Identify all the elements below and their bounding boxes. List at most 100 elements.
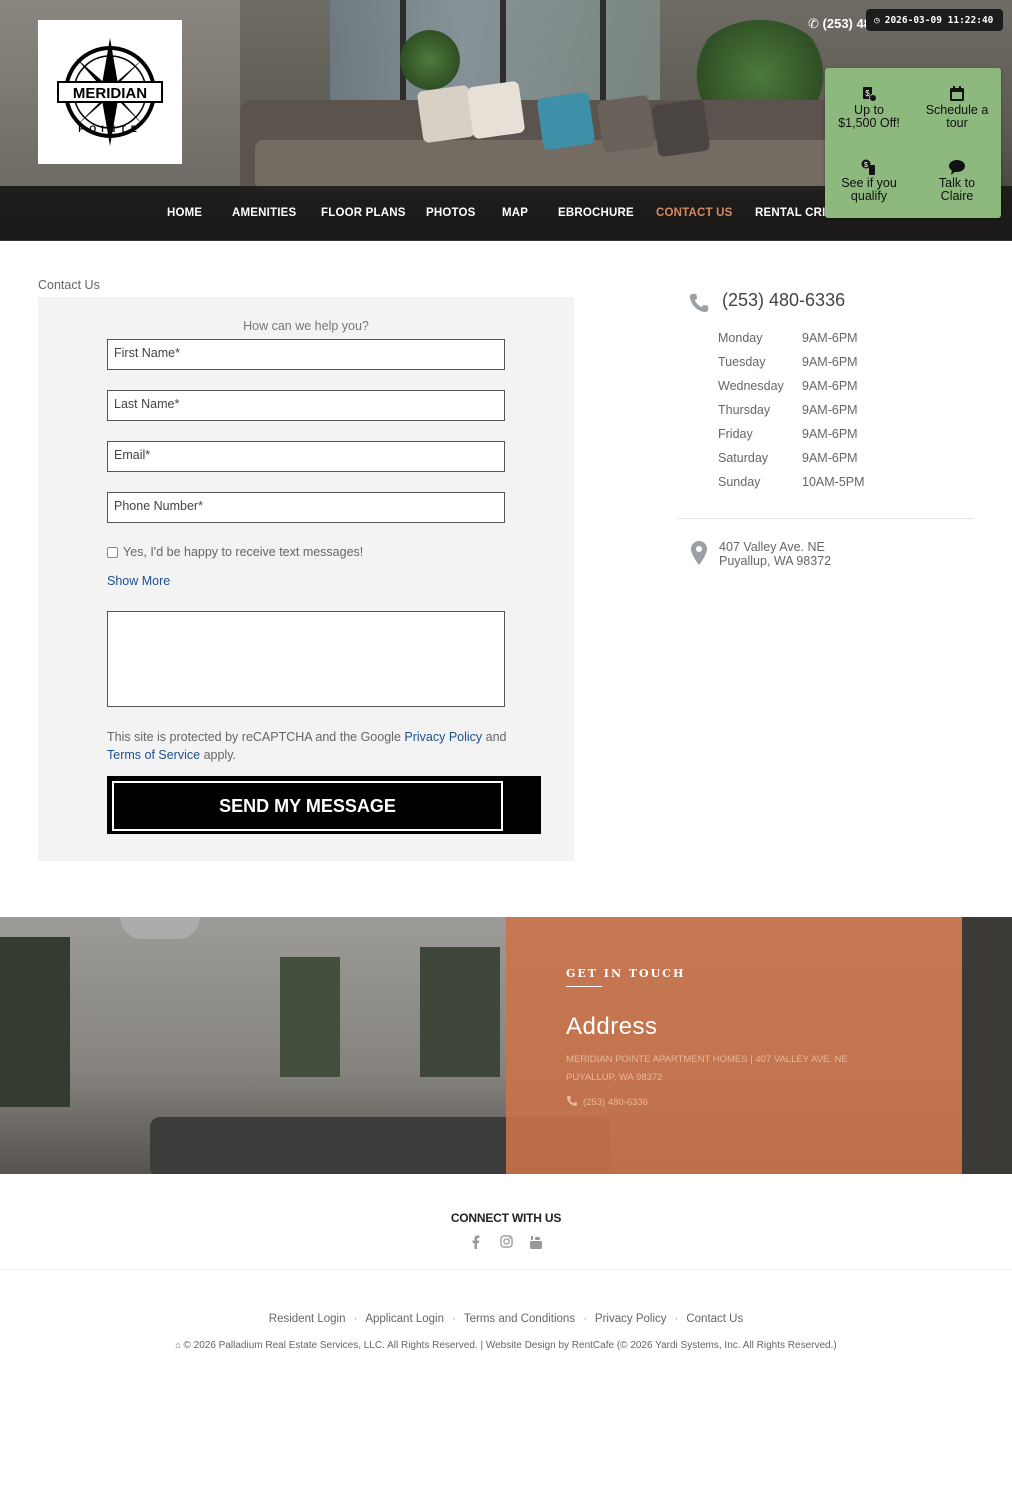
hours-time: 9AM-6PM [802, 427, 858, 441]
calendar-icon [950, 85, 964, 101]
promo-schedule-tour[interactable]: Schedule a tour [913, 70, 1001, 145]
promo-talk[interactable]: Talk to Claire [913, 143, 1001, 218]
promo-qualify[interactable]: $ See if you qualify [825, 143, 913, 218]
divider [678, 518, 974, 519]
hours-row: Sunday 10AM-5PM [718, 475, 865, 489]
promo-talk-label: Talk to Claire [938, 175, 976, 203]
hours-day: Friday [718, 427, 753, 441]
get-in-touch-eyebrow: GET IN TOUCH [566, 967, 686, 980]
breadcrumb: Contact Us [38, 278, 100, 292]
nav-contact-us[interactable]: CONTACT US [656, 207, 733, 219]
pillow [536, 91, 596, 151]
address-card: GET IN TOUCH Address MERIDIAN POINTE APA… [506, 917, 962, 1174]
phone-icon: ✆ [808, 16, 819, 31]
recaptcha-notice: This site is protected by reCAPTCHA and … [107, 728, 517, 764]
hours-row: Saturday 9AM-6PM [718, 451, 858, 465]
applicant-login-link[interactable]: Applicant Login [365, 1313, 444, 1325]
youtube-icon[interactable] [529, 1235, 543, 1249]
svg-text:$: $ [864, 162, 868, 169]
address-body: MERIDIAN POINTE APARTMENT HOMES | 407 VA… [566, 1054, 848, 1083]
equal-housing-icon: ⌂ [175, 1340, 181, 1350]
price-tag-icon: $ [863, 86, 877, 102]
sms-opt-label: Yes, I'd be happy to receive text messag… [123, 545, 364, 559]
promo-qualify-label: See if you qualify [841, 175, 897, 203]
hours-day: Monday [718, 331, 763, 345]
hours-row: Friday 9AM-6PM [718, 427, 858, 441]
window [962, 917, 1012, 1174]
nav-photos[interactable]: PHOTOS [426, 207, 476, 219]
logo[interactable]: MERIDIAN POINTE [38, 20, 182, 164]
separator: · [583, 1313, 587, 1325]
hours-time: 9AM-6PM [802, 403, 858, 417]
hours-row: Monday 9AM-6PM [718, 331, 858, 345]
message-textarea[interactable] [107, 611, 505, 707]
facebook-icon[interactable] [470, 1235, 482, 1249]
captcha-suffix: apply. [203, 748, 237, 762]
nav-amenities[interactable]: AMENITIES [232, 207, 296, 219]
address-line2: Puyallup, WA 98372 [719, 554, 832, 568]
contact-us-footer-link[interactable]: Contact Us [686, 1313, 743, 1325]
promo-offer-label: Up to $1,500 Off! [838, 102, 900, 130]
office-address[interactable]: 407 Valley Ave. NE Puyallup, WA 98372 [719, 540, 831, 568]
phone-icon [567, 1096, 577, 1106]
instagram-icon[interactable] [500, 1235, 513, 1248]
hours-time: 9AM-6PM [802, 355, 858, 369]
phone-icon [689, 293, 709, 313]
address-title: Address [566, 1013, 658, 1040]
promo-tour-label: Schedule a tour [925, 102, 989, 130]
hours-row: Tuesday 9AM-6PM [718, 355, 858, 369]
pillow [596, 94, 656, 154]
get-in-touch-section: GET IN TOUCH Address MERIDIAN POINTE APA… [0, 917, 1012, 1174]
resident-login-link[interactable]: Resident Login [269, 1313, 346, 1325]
privacy-policy-footer-link[interactable]: Privacy Policy [595, 1313, 667, 1325]
contact-form: How can we help you? First Name* Last Na… [38, 297, 574, 861]
nav-rental-criteria[interactable]: RENTAL CRITERIA [755, 207, 825, 219]
hours-time: 9AM-6PM [802, 379, 858, 393]
svg-text:MERIDIAN: MERIDIAN [73, 85, 147, 102]
clock-badge: ◷ 2026-03-09 11:22:40 [866, 9, 1003, 31]
clock-time: 2026-03-09 11:22:40 [884, 14, 994, 26]
copyright: ⌂ © 2026 Palladium Real Estate Services,… [0, 1340, 1012, 1351]
eyebrow-underline [566, 986, 602, 987]
captcha-and: and [485, 730, 507, 744]
clock-icon: ◷ [874, 14, 880, 26]
nav-ebrochure[interactable]: EBROCHURE [558, 207, 634, 219]
terms-of-service-link[interactable]: Terms of Service [107, 748, 200, 762]
nav-home[interactable]: HOME [167, 207, 202, 219]
hours-day: Tuesday [718, 355, 766, 369]
address-line1: 407 Valley Ave. NE [719, 540, 825, 554]
captcha-prefix: This site is protected by reCAPTCHA and … [107, 730, 401, 744]
nav-floor-plans[interactable]: FLOOR PLANS [321, 207, 406, 219]
phone-field[interactable]: Phone Number* [107, 492, 505, 523]
promo-widget: $ Up to $1,500 Off! Schedule a tour $ Se… [825, 68, 1001, 218]
privacy-policy-link[interactable]: Privacy Policy [404, 730, 482, 744]
pillow [651, 98, 711, 158]
office-phone[interactable]: (253) 480-6336 [722, 290, 845, 311]
terms-conditions-link[interactable]: Terms and Conditions [464, 1313, 575, 1325]
separator: · [452, 1313, 456, 1325]
hours-day: Sunday [718, 475, 761, 489]
hours-day: Thursday [718, 403, 771, 417]
send-message-button[interactable]: SEND MY MESSAGE [107, 776, 541, 834]
first-name-field[interactable]: First Name* [107, 339, 505, 370]
map-pin-icon [691, 541, 707, 565]
email-field[interactable]: Email* [107, 441, 505, 472]
show-more-link[interactable]: Show More [107, 574, 170, 588]
hours-day: Saturday [718, 451, 769, 465]
page: MERIDIAN POINTE HOME AMENITIES FLOOR PLA… [0, 0, 1012, 1491]
chat-bubble-icon [949, 159, 965, 175]
separator: · [674, 1313, 679, 1325]
hours-time: 9AM-6PM [802, 451, 858, 465]
last-name-field[interactable]: Last Name* [107, 390, 505, 421]
svg-text:POINTE: POINTE [78, 124, 142, 134]
hours-day: Wednesday [718, 379, 784, 393]
sms-opt-checkbox[interactable] [107, 547, 118, 558]
pillow [466, 80, 526, 140]
photo-overlay [0, 917, 506, 1174]
plant [400, 30, 460, 90]
hours-time: 10AM-5PM [802, 475, 865, 489]
nav-map[interactable]: MAP [502, 207, 528, 219]
address-phone[interactable]: (253) 480-6336 [583, 1097, 648, 1108]
send-message-label: SEND MY MESSAGE [112, 781, 503, 831]
promo-offer[interactable]: $ Up to $1,500 Off! [825, 70, 913, 145]
